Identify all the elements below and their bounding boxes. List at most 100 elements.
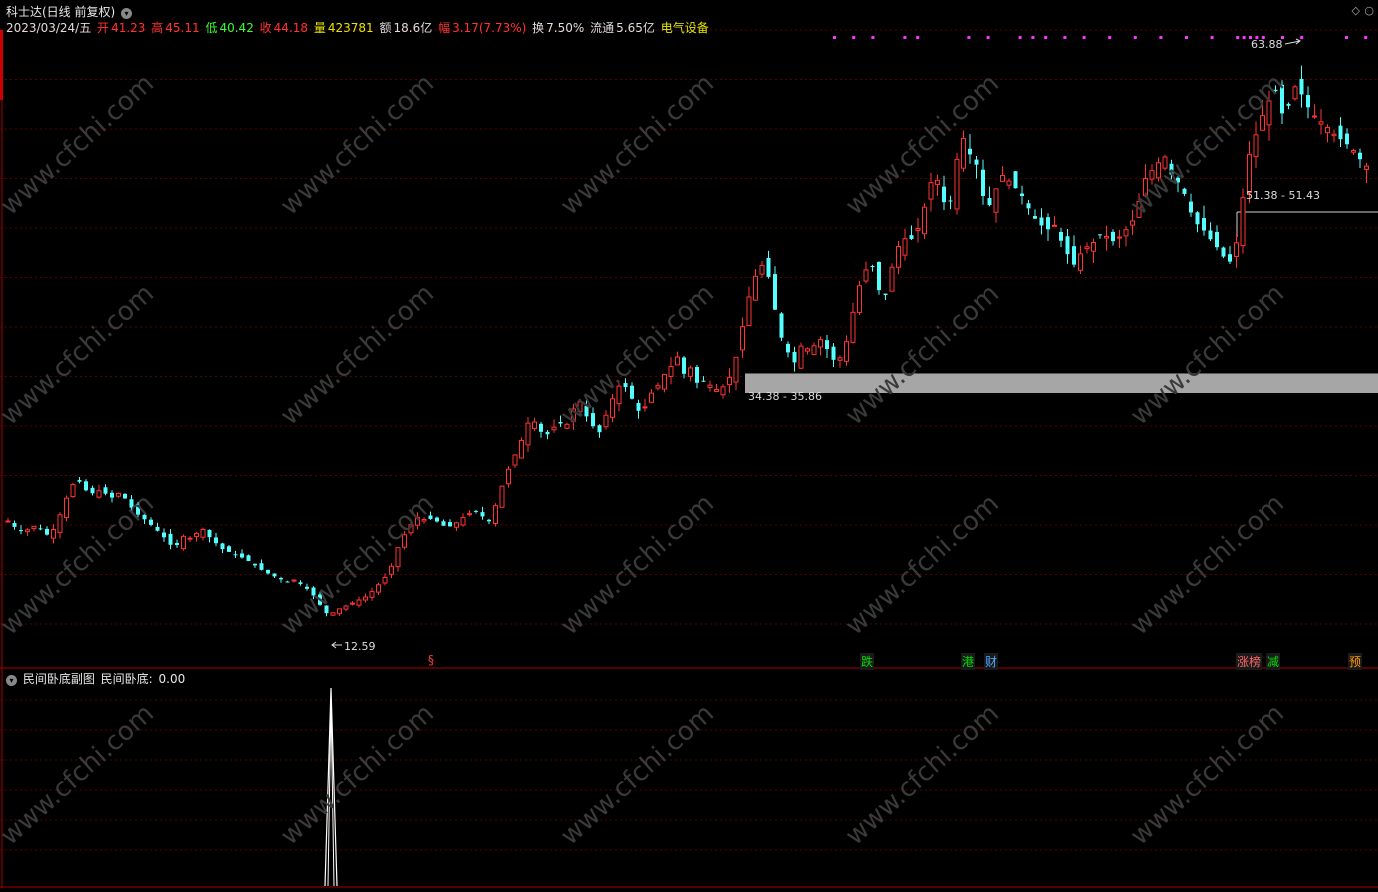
news-tag[interactable]: 财 bbox=[984, 653, 999, 670]
candle-body-up bbox=[720, 386, 726, 396]
change-value: 3.17(7.73%) bbox=[452, 21, 527, 35]
candle-body-down bbox=[272, 573, 277, 577]
candle-body-down bbox=[259, 563, 264, 570]
dropdown-icon[interactable]: ▾ bbox=[121, 8, 133, 19]
news-tag[interactable]: 减 bbox=[1266, 653, 1281, 670]
candle-body-down bbox=[786, 343, 790, 353]
candle-body-down bbox=[1176, 177, 1180, 183]
signal-dot bbox=[916, 36, 920, 39]
candle-body-down bbox=[591, 413, 595, 427]
candle-body-up bbox=[181, 535, 186, 550]
candle-body-up bbox=[844, 341, 849, 362]
float-value: 5.65亿 bbox=[616, 21, 655, 35]
candle-body-down bbox=[630, 385, 634, 399]
news-tag[interactable]: § bbox=[427, 653, 435, 667]
ohlc-row: 2023/03/24/五 开 41.23 高 45.11 低 40.42 收 44.18… bbox=[6, 19, 711, 36]
candle-body-up bbox=[343, 605, 349, 610]
candle-body-up bbox=[369, 591, 375, 598]
candle-body-down bbox=[766, 257, 771, 277]
turnover-value: 7.50% bbox=[546, 21, 585, 35]
candle-body-up bbox=[922, 206, 927, 235]
support-zone-band bbox=[745, 373, 1378, 394]
candle-body-up bbox=[733, 356, 739, 383]
zone-low-label: 34.38 - 35.86 bbox=[748, 390, 822, 403]
signal-dot bbox=[1108, 36, 1112, 39]
candle-body-down bbox=[701, 380, 706, 382]
candle-body-down bbox=[623, 383, 628, 388]
candle-body-up bbox=[889, 266, 895, 292]
candle-body-up bbox=[493, 505, 498, 524]
diamond-icon[interactable]: ◇ bbox=[1352, 4, 1360, 17]
candle-body-up bbox=[655, 385, 661, 389]
candle-body-down bbox=[142, 514, 147, 520]
news-tag[interactable]: 跌 bbox=[860, 653, 875, 670]
candle-body-up bbox=[603, 414, 609, 428]
candle-body-down bbox=[1286, 103, 1291, 106]
candle-body-up bbox=[902, 238, 908, 256]
candle-body-up bbox=[551, 426, 557, 431]
candle-body-up bbox=[1351, 150, 1356, 153]
date-value: 2023/03/24/五 bbox=[6, 21, 92, 35]
candle-body-down bbox=[233, 554, 238, 556]
candle-body-down bbox=[168, 533, 173, 545]
signal-dot bbox=[1345, 36, 1348, 39]
candle-body-up bbox=[187, 537, 193, 540]
news-tag[interactable]: 港 bbox=[961, 653, 976, 670]
candle-body-up bbox=[382, 576, 388, 584]
candle-body-down bbox=[539, 423, 543, 432]
candle-body-down bbox=[584, 405, 589, 417]
candle-body-up bbox=[389, 565, 394, 575]
candle-body-down bbox=[480, 512, 485, 517]
sub-panel-dropdown-icon[interactable]: ▾ bbox=[6, 675, 17, 686]
candle-body-up bbox=[1123, 229, 1129, 237]
signal-dot bbox=[1210, 36, 1214, 39]
news-tag[interactable]: 预 bbox=[1348, 653, 1363, 670]
candle-body-down bbox=[110, 492, 114, 498]
signal-dot bbox=[1018, 36, 1022, 39]
candle-body-down bbox=[311, 587, 316, 596]
candle-body-down bbox=[487, 519, 491, 522]
low-label: 低 bbox=[205, 21, 218, 35]
news-tag[interactable]: 涨榜 bbox=[1236, 653, 1263, 670]
candle-body-up bbox=[896, 245, 901, 268]
candle-body-down bbox=[1208, 230, 1213, 240]
candle-body-down bbox=[428, 515, 433, 519]
amount-value: 18.6亿 bbox=[393, 21, 433, 35]
candle-body-down bbox=[214, 537, 218, 544]
candle-body-down bbox=[318, 594, 322, 605]
sub-panel-title-row: ▾ 民间卧底副图 民间卧底: 0.00 bbox=[6, 670, 187, 687]
candle-body-up bbox=[376, 584, 381, 593]
signal-marks bbox=[331, 36, 1368, 649]
candle-body-up bbox=[753, 275, 758, 301]
candle-body-down bbox=[298, 582, 303, 584]
candle-body-down bbox=[877, 261, 881, 291]
candle-body-down bbox=[1221, 247, 1226, 257]
candle-body-up bbox=[564, 423, 570, 429]
candle-body-up bbox=[1156, 162, 1161, 179]
candle-body-down bbox=[77, 480, 82, 482]
candle-body-down bbox=[155, 526, 160, 531]
open-value: 41.23 bbox=[111, 21, 146, 35]
indicator-label: 民间卧底: bbox=[100, 672, 153, 686]
candle-body-up bbox=[395, 547, 401, 568]
close-value: 44.18 bbox=[273, 21, 309, 35]
candle-body-down bbox=[942, 186, 946, 203]
signal-dot bbox=[903, 36, 907, 39]
candle-body-up bbox=[512, 454, 518, 466]
candle-body-down bbox=[909, 235, 914, 239]
candle-body-up bbox=[915, 227, 921, 231]
signal-dot bbox=[1300, 36, 1304, 39]
candle-body-up bbox=[818, 339, 823, 348]
candle-body-down bbox=[1072, 246, 1076, 265]
candle-body-up bbox=[1260, 115, 1265, 131]
candle-body-up bbox=[837, 357, 843, 361]
candle-body-up bbox=[1078, 253, 1083, 271]
signal-dot bbox=[852, 36, 856, 39]
candle-body-down bbox=[123, 493, 127, 499]
candle-body-up bbox=[25, 529, 30, 533]
settings-icon[interactable]: ○ bbox=[1364, 4, 1374, 17]
candle-body-down bbox=[149, 519, 153, 525]
industry-value: 电气设备 bbox=[660, 21, 709, 35]
candle-body-down bbox=[1195, 212, 1200, 225]
candle-body-down bbox=[987, 197, 992, 206]
